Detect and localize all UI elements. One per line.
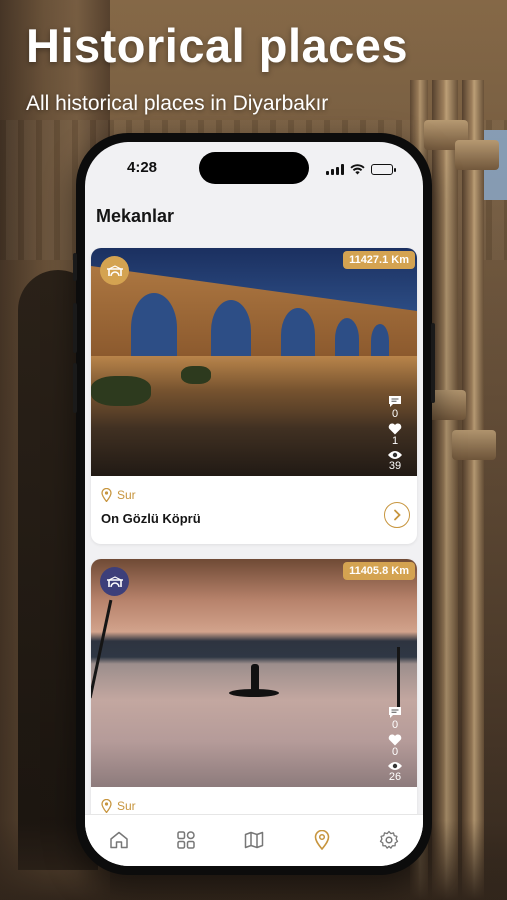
view-count: 39 [388,460,402,472]
tab-categories[interactable] [172,827,200,853]
location-pin-icon [101,488,112,502]
grid-icon [177,831,196,849]
category-badge [100,256,129,285]
place-location: Sur [101,488,407,502]
tab-nearby[interactable] [308,827,336,853]
eye-icon [388,762,402,770]
distance-badge: 11405.8 Km [343,562,415,580]
hero-subtitle: All historical places in Diyarbakır [26,92,329,115]
heart-icon [388,734,402,746]
comment-icon [389,707,401,718]
open-place-button[interactable] [384,502,410,528]
page-title: Mekanlar [96,206,175,226]
category-badge [100,567,129,596]
dynamic-island [199,152,309,184]
place-stats: 0 1 39 [387,392,403,472]
tab-map[interactable] [240,827,268,853]
view-count: 26 [388,771,402,783]
place-card[interactable]: 11427.1 Km 0 1 39 Sur On Gözlü Köprü [91,248,417,544]
map-icon [244,831,264,849]
place-photo: 11405.8 Km 0 0 26 [91,559,417,787]
eye-icon [388,451,402,459]
chevron-right-icon [394,509,401,521]
place-card[interactable]: 11405.8 Km 0 0 26 Sur [91,559,417,855]
distance-badge: 11427.1 Km [343,251,415,269]
signal-icon [326,164,344,175]
wifi-icon [350,160,365,179]
heart-icon [388,423,402,435]
comment-count: 0 [391,408,399,420]
location-label: Sur [117,799,136,813]
comment-icon [389,396,401,407]
bottom-tab-bar [85,814,423,866]
places-list: 11427.1 Km 0 1 39 Sur On Gözlü Köprü 114… [91,248,417,866]
tab-settings[interactable] [375,827,403,853]
bridge-icon [106,264,123,276]
place-stats: 0 0 26 [387,703,403,783]
hero-title: Historical places [26,19,409,72]
like-count: 1 [391,435,399,447]
place-name: On Gözlü Köprü [101,511,201,526]
like-count: 0 [391,746,399,758]
settings-icon [380,830,399,849]
location-pin-icon [101,799,112,813]
comment-count: 0 [391,719,399,731]
phone-frame: 4:28 Mekanlar 11427.1 Km 0 1 39 Sur On G… [73,133,435,875]
battery-icon [371,164,396,175]
bridge-icon [106,575,123,587]
place-photo: 11427.1 Km 0 1 39 [91,248,417,476]
place-location: Sur [101,799,407,813]
location-label: Sur [117,488,136,502]
location-pin-icon [314,830,329,850]
status-time: 4:28 [127,159,158,176]
home-icon [110,831,128,849]
app-screen: 4:28 Mekanlar 11427.1 Km 0 1 39 Sur On G… [85,142,423,866]
tab-home[interactable] [105,827,133,853]
status-bar: 4:28 [85,142,423,190]
